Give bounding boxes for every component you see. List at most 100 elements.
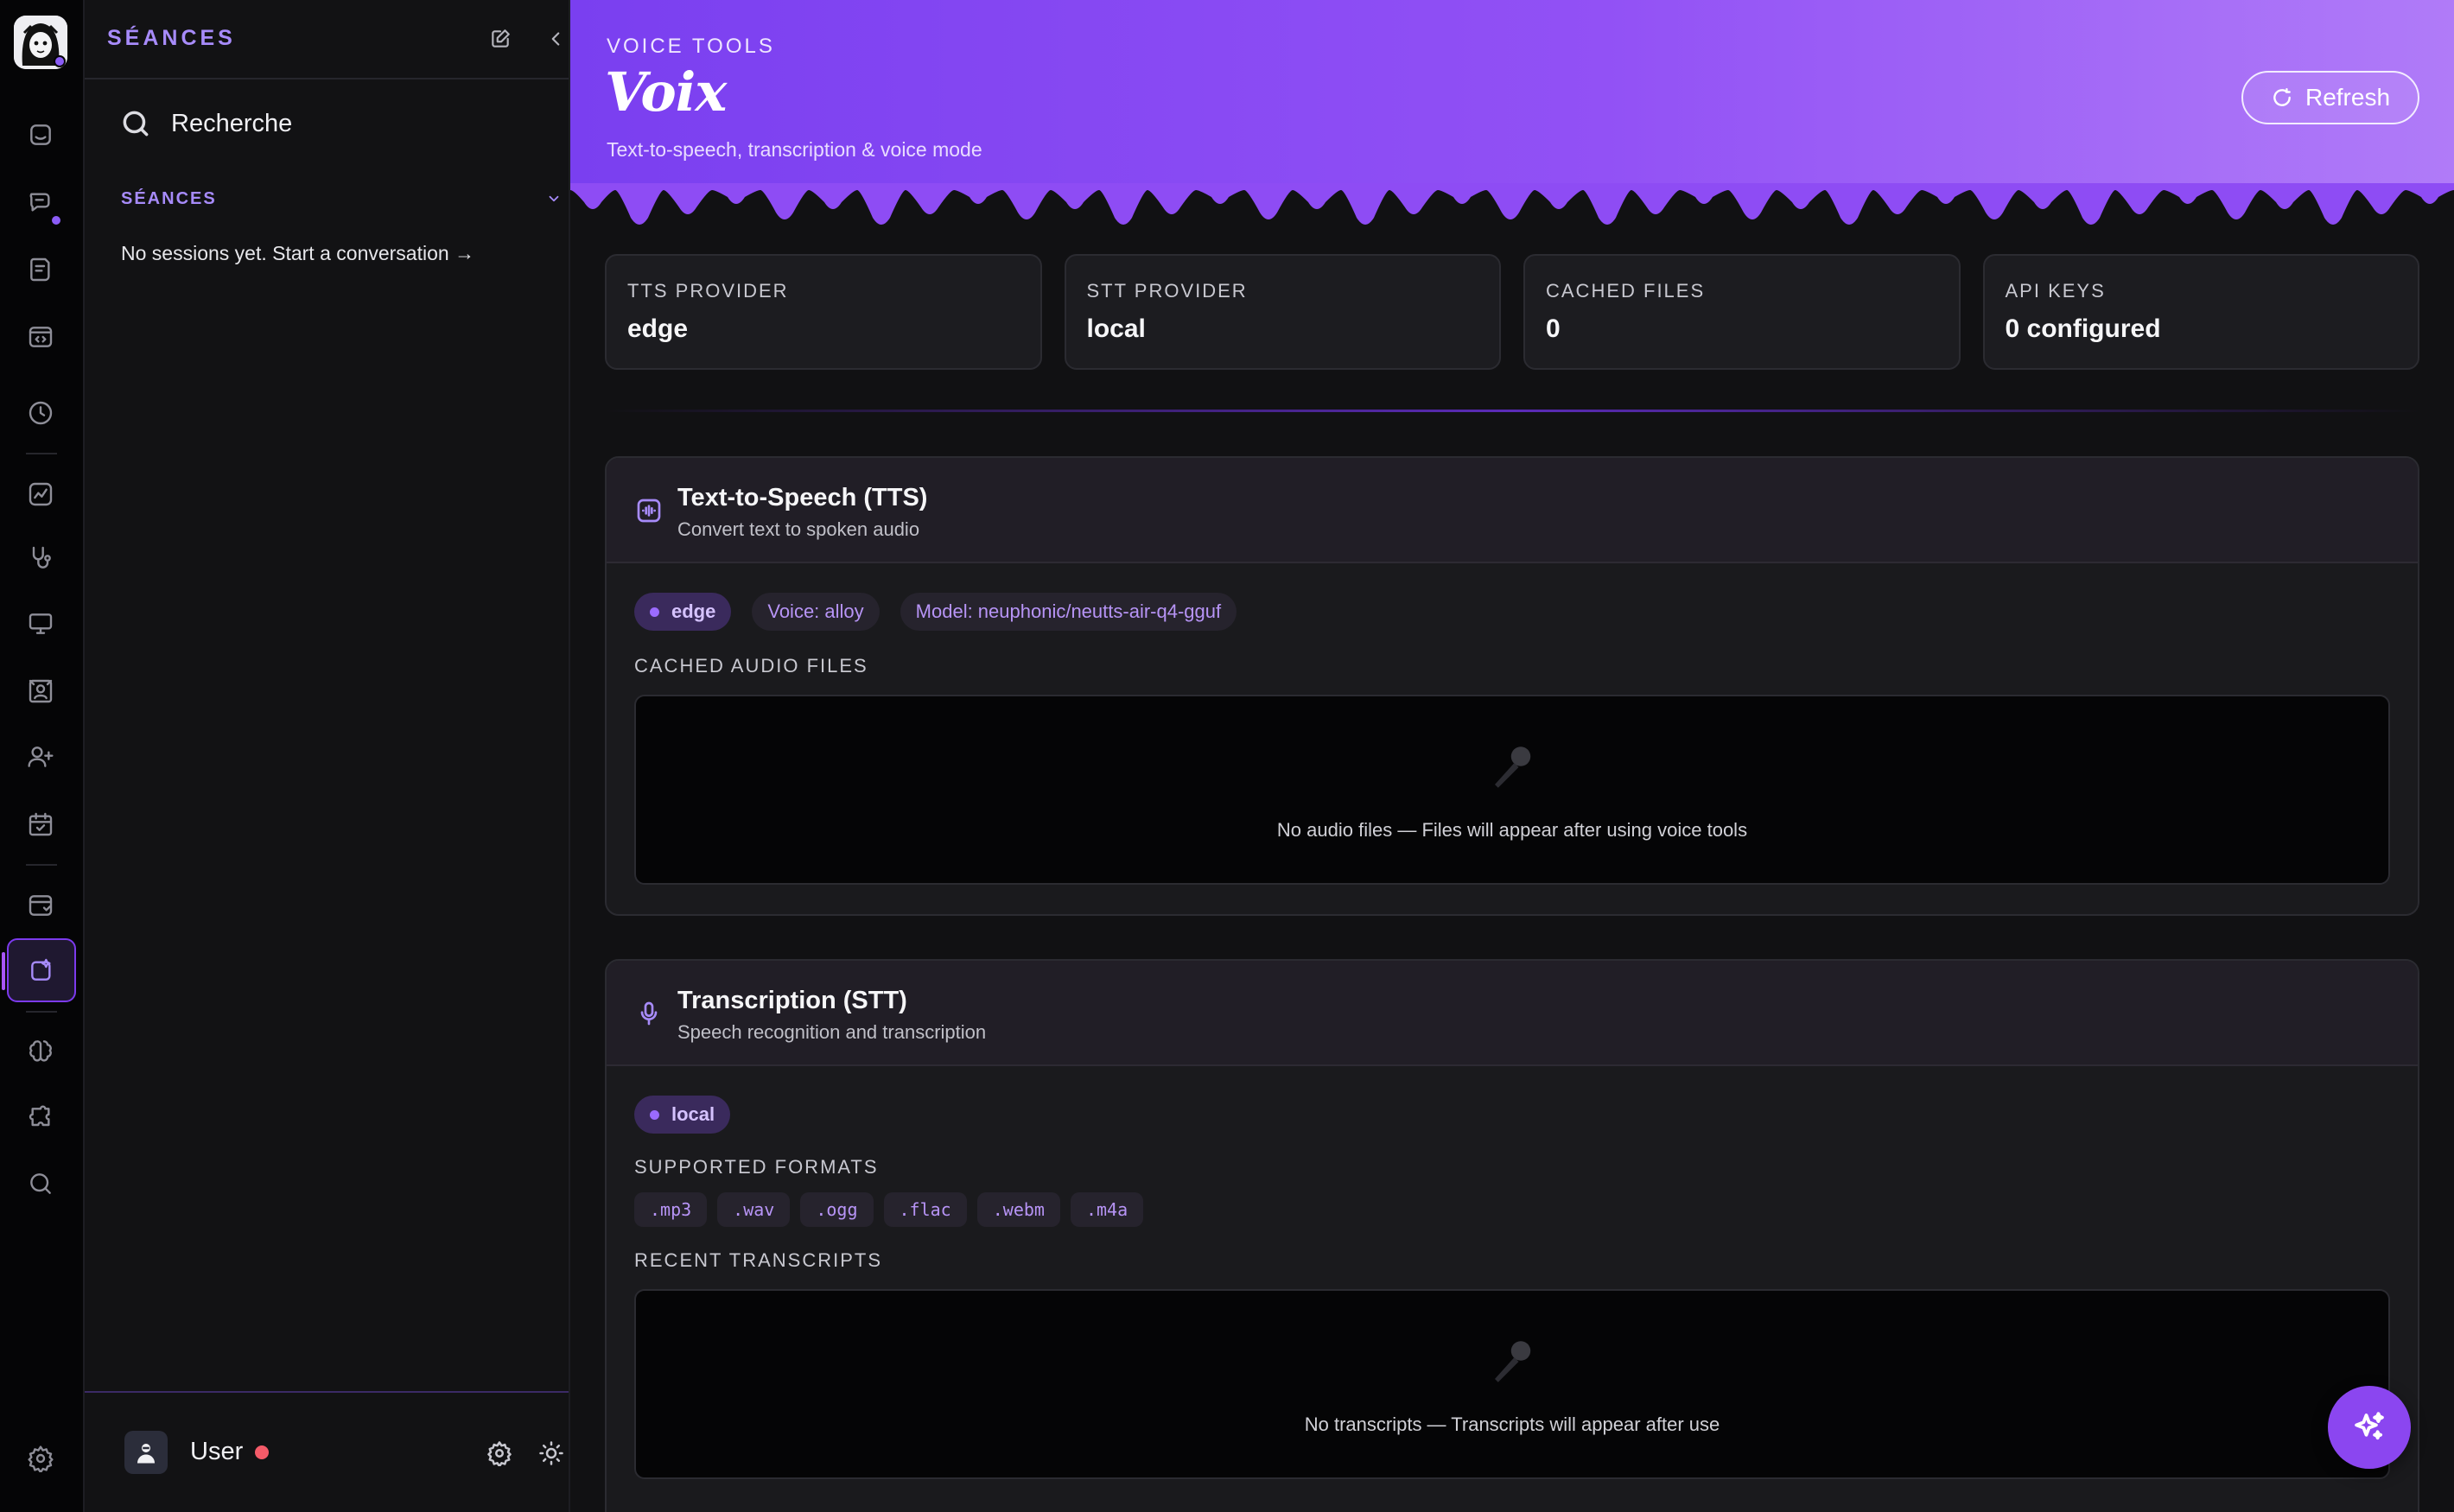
brain-icon xyxy=(29,1040,52,1062)
sidebar-search-label: Recherche xyxy=(171,109,293,137)
nav-notes[interactable] xyxy=(22,251,60,289)
start-conversation-link[interactable]: No sessions yet. Start a conversation → xyxy=(121,242,474,265)
rail-divider xyxy=(26,453,57,454)
voice-icon xyxy=(31,958,51,981)
microphone-icon xyxy=(1495,1341,1531,1382)
app-logo[interactable] xyxy=(14,16,67,69)
stt-provider-chip: local xyxy=(634,1096,731,1134)
format-badge: .wav xyxy=(717,1192,791,1227)
tts-title: Text-to-Speech (TTS) xyxy=(677,484,928,511)
chat-icon xyxy=(29,193,50,212)
user-name: User xyxy=(190,1438,244,1465)
cached-audio-list: No audio files — Files will appear after… xyxy=(634,695,2390,885)
format-badge: .flac xyxy=(883,1192,967,1227)
status-dot xyxy=(255,1445,270,1459)
sessions-section-toggle[interactable]: SÉANCES xyxy=(121,188,562,209)
cached-audio-label: CACHED AUDIO FILES xyxy=(634,655,868,677)
browser-icon xyxy=(29,895,53,916)
chevron-down-icon xyxy=(549,195,559,202)
avatar[interactable] xyxy=(124,1431,168,1474)
home-icon xyxy=(30,124,51,145)
stat-label: CACHED FILES xyxy=(1546,280,1706,302)
sidebar-header: SÉANCES xyxy=(85,0,569,79)
stat-label: API KEYS xyxy=(2005,280,2106,302)
sun-icon xyxy=(539,1441,563,1465)
nav-browser[interactable] xyxy=(22,886,60,924)
stat-card-tts-provider: TTS PROVIDER edge xyxy=(605,254,1042,370)
cached-audio-empty-text: No audio files — Files will appear after… xyxy=(1276,819,1748,841)
tts-provider-chip: edge xyxy=(634,593,732,631)
format-badge: .webm xyxy=(976,1192,1060,1227)
nav-plugins[interactable] xyxy=(22,1099,60,1137)
nav-settings[interactable] xyxy=(22,1439,60,1477)
nav-desktop[interactable] xyxy=(22,605,60,643)
ai-assistant-button[interactable] xyxy=(2328,1386,2411,1469)
recent-transcripts-empty-text: No transcripts — Transcripts will appear… xyxy=(1304,1414,1720,1435)
chart-icon xyxy=(29,482,53,506)
user-menu[interactable]: User xyxy=(190,1438,270,1466)
theme-toggle-button[interactable] xyxy=(536,1438,567,1469)
stat-card-api-keys: API KEYS 0 configured xyxy=(1982,254,2419,370)
page-eyebrow: VOICE TOOLS xyxy=(607,35,775,58)
page-subtitle: Text-to-speech, transcription & voice mo… xyxy=(607,138,982,161)
stat-value: local xyxy=(1086,314,1146,343)
user-add-icon xyxy=(28,746,54,767)
user-settings-button[interactable] xyxy=(484,1438,515,1469)
rail-divider xyxy=(26,1011,57,1013)
main-content: VOICE TOOLS Voix Text-to-speech, transcr… xyxy=(570,0,2454,1512)
tts-model-chip: Model: neuphonic/neutts-air-q4-gguf xyxy=(900,593,1237,631)
nav-code[interactable] xyxy=(22,318,60,356)
sessions-sidebar: SÉANCES Recherche SÉANCES No sessions ye… xyxy=(85,0,570,1512)
tts-subtitle: Convert text to spoken audio xyxy=(677,518,920,540)
tts-voice-chip: Voice: alloy xyxy=(752,593,880,631)
nav-voice[interactable] xyxy=(2,938,76,1002)
header-drip-decoration xyxy=(570,183,2454,225)
nav-contacts[interactable] xyxy=(22,738,60,776)
nav-calendar[interactable] xyxy=(22,805,60,843)
nav-health[interactable] xyxy=(22,539,60,577)
stethoscope-icon xyxy=(32,546,51,569)
stats-row: TTS PROVIDER edge STT PROVIDER local CAC… xyxy=(605,254,2419,370)
clock-icon xyxy=(29,401,53,425)
nav-gallery[interactable] xyxy=(22,672,60,710)
edit-icon xyxy=(492,29,510,48)
section-divider xyxy=(605,410,2419,412)
refresh-button[interactable]: Refresh xyxy=(2241,71,2419,124)
gallery-icon xyxy=(29,679,53,703)
nav-memory[interactable] xyxy=(22,1032,60,1070)
puzzle-icon xyxy=(29,1105,50,1127)
sparkles-icon xyxy=(2355,1412,2384,1440)
format-badge: .m4a xyxy=(1070,1192,1144,1227)
stat-value: edge xyxy=(627,314,689,343)
tts-chips: edge Voice: alloy Model: neuphonic/neutt… xyxy=(634,593,2390,631)
microphone-icon xyxy=(1495,746,1531,788)
nav-history[interactable] xyxy=(22,394,60,432)
page-title: Voix xyxy=(605,60,727,124)
monitor-icon xyxy=(29,613,53,634)
chat-notification-dot xyxy=(52,216,60,225)
sidebar-footer: User xyxy=(85,1391,569,1512)
nav-search[interactable] xyxy=(22,1165,60,1203)
supported-formats-label: SUPPORTED FORMATS xyxy=(634,1156,879,1178)
recent-transcripts-list: No transcripts — Transcripts will appear… xyxy=(634,1289,2390,1479)
collapse-sidebar-button[interactable] xyxy=(543,24,569,54)
recent-transcripts-label: RECENT TRANSCRIPTS xyxy=(634,1249,883,1271)
format-badge: .ogg xyxy=(800,1192,874,1227)
app-window: SÉANCES Recherche SÉANCES No sessions ye… xyxy=(0,0,2454,1512)
nav-home[interactable] xyxy=(22,116,60,154)
tts-panel-body: edge Voice: alloy Model: neuphonic/neutt… xyxy=(607,563,2418,912)
sidebar-search[interactable]: Recherche xyxy=(119,102,292,145)
new-session-button[interactable] xyxy=(486,24,515,54)
code-icon xyxy=(29,327,53,347)
stt-panel-header: Transcription (STT) Speech recognition a… xyxy=(607,961,2418,1066)
stt-panel-body: local SUPPORTED FORMATS .mp3 .wav .ogg .… xyxy=(607,1066,2418,1507)
stt-subtitle: Speech recognition and transcription xyxy=(677,1021,987,1043)
rail-divider xyxy=(26,864,57,866)
nav-analytics[interactable] xyxy=(22,475,60,513)
tts-panel-header: Text-to-Speech (TTS) Convert text to spo… xyxy=(607,458,2418,563)
stt-panel: Transcription (STT) Speech recognition a… xyxy=(605,959,2419,1512)
format-badge: .mp3 xyxy=(634,1192,708,1227)
refresh-icon xyxy=(2273,88,2291,106)
tts-panel: Text-to-Speech (TTS) Convert text to spo… xyxy=(605,456,2419,916)
sessions-section-label: SÉANCES xyxy=(121,188,217,208)
